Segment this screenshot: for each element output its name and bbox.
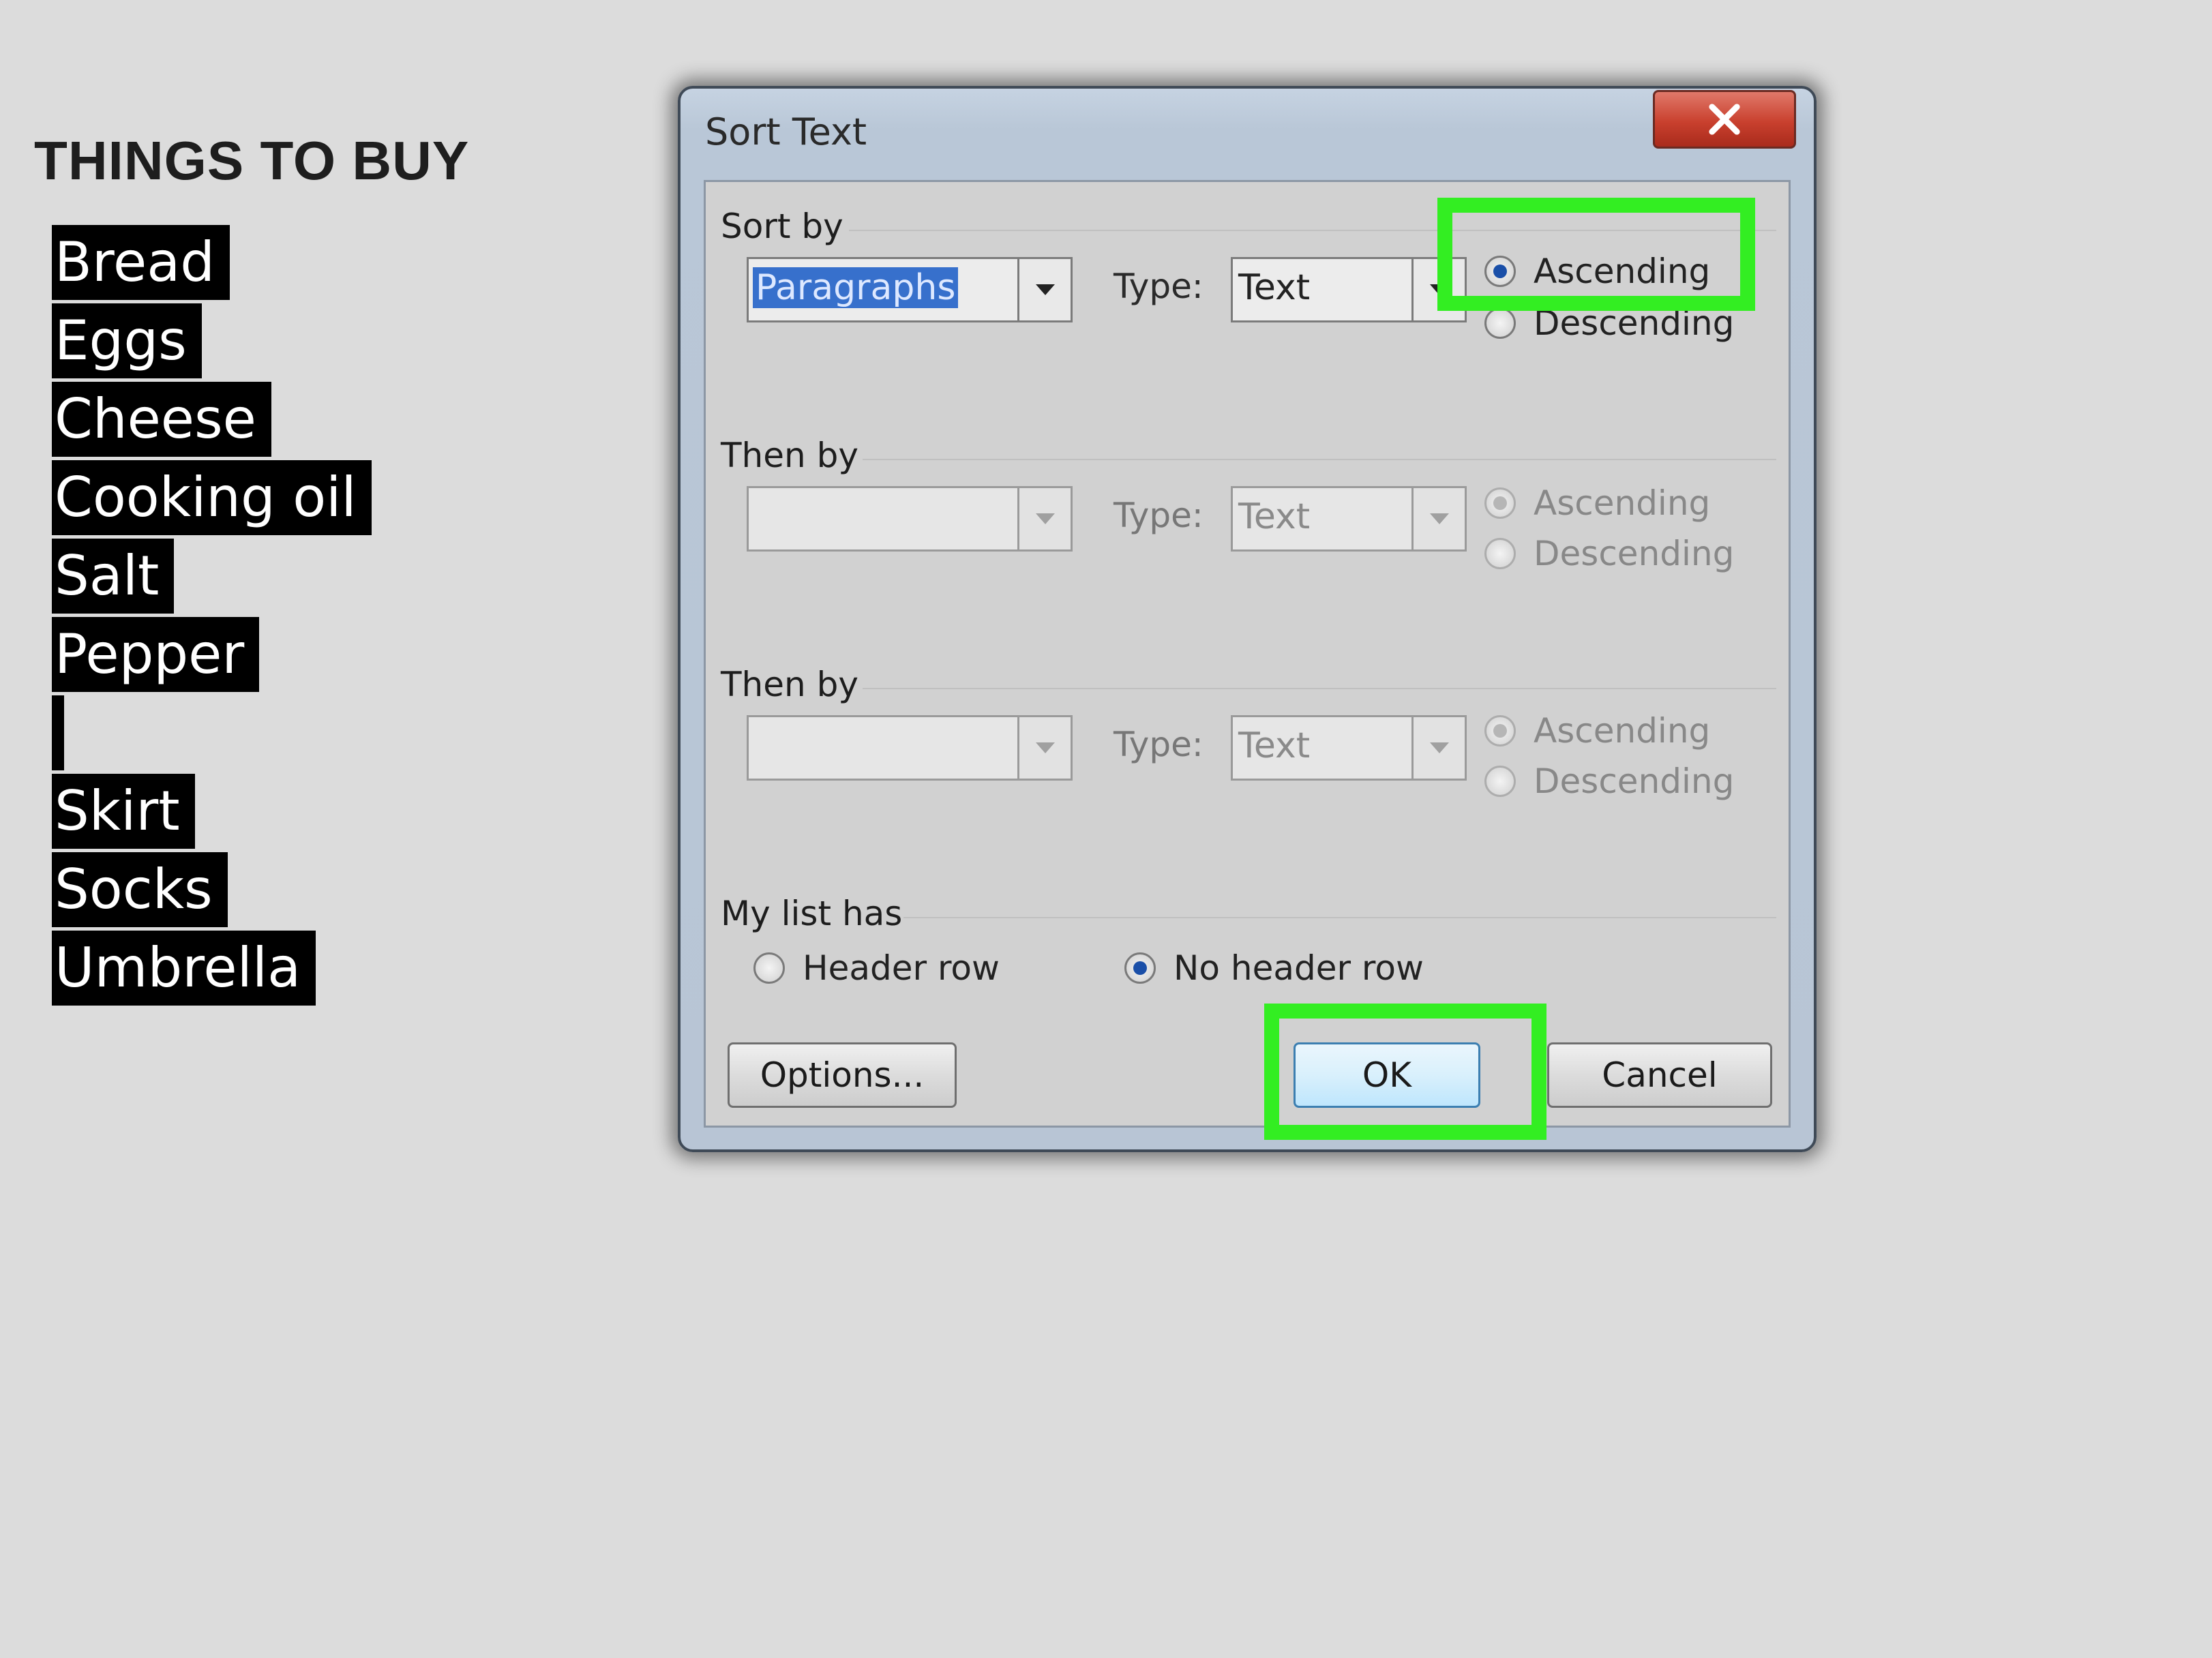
then-by-2-label: Then by [721,665,858,704]
list-item[interactable]: Eggs [52,303,372,382]
then-by-1-type-value: Text [1238,496,1311,537]
close-x-icon [1709,104,1740,135]
list-item[interactable]: Skirt [52,774,372,852]
then-by-1-type-label: Type: [1114,496,1204,535]
radio-unselected-icon [1484,766,1516,797]
then-by-2-type-value: Text [1238,725,1311,766]
list-item[interactable]: Socks [52,852,372,931]
list-item[interactable]: Salt [52,539,372,617]
then-by-2-type-combo[interactable]: Text [1231,715,1467,781]
close-button[interactable] [1653,90,1796,149]
then-by-1-type-combo[interactable]: Text [1231,486,1467,552]
list-item-text: Salt [52,539,175,614]
then-by-1-descending-label: Descending [1534,534,1735,573]
sort-by-type-value: Text [1238,267,1311,308]
then-by-2-type-dropdown[interactable] [1411,717,1465,779]
radio-selected-icon [1124,952,1156,984]
then-by-1-ascending-radio[interactable]: Ascending [1484,483,1710,523]
then-by-2-type-label: Type: [1114,725,1204,764]
group-divider [863,459,1776,460]
radio-unselected-icon [1484,307,1516,339]
ok-highlight-box [1264,1004,1546,1140]
list-item[interactable]: Cheese [52,382,372,460]
chevron-down-icon [1429,513,1449,524]
cancel-button[interactable]: Cancel [1547,1042,1772,1108]
no-header-row-label: No header row [1174,948,1424,988]
then-by-2-ascending-label: Ascending [1534,711,1711,751]
group-divider [863,688,1776,689]
list-item-text: Cooking oil [52,460,372,535]
sort-by-field-dropdown[interactable] [1017,259,1071,320]
list-item-text: Umbrella [52,931,316,1006]
dialog-client-area: Sort by Paragraphs Type: Text Ascending … [704,180,1791,1128]
document-list: Bread Eggs Cheese Cooking oil Salt Peppe… [52,225,372,1009]
sort-by-type-label: Type: [1114,267,1204,306]
then-by-2-ascending-radio[interactable]: Ascending [1484,711,1710,751]
list-item-text: Pepper [52,617,260,692]
chevron-down-icon [1035,513,1055,524]
then-by-1-label: Then by [721,436,858,475]
no-header-row-radio[interactable]: No header row [1124,948,1424,988]
chevron-down-icon [1035,742,1055,753]
group-divider [903,917,1776,918]
then-by-1-field-combo[interactable] [747,486,1073,552]
dialog-title: Sort Text [705,110,867,153]
radio-selected-icon [1484,487,1516,519]
then-by-2-field-combo[interactable] [747,715,1073,781]
then-by-1-field-dropdown[interactable] [1017,488,1071,549]
list-item-text: Cheese [52,382,271,457]
then-by-1-type-dropdown[interactable] [1411,488,1465,549]
then-by-2-field-dropdown[interactable] [1017,717,1071,779]
document-title: THINGS TO BUY [34,130,470,191]
radio-selected-icon [1484,715,1516,747]
then-by-2-descending-radio[interactable]: Descending [1484,762,1734,801]
radio-unselected-icon [1484,538,1516,569]
list-item-text: Socks [52,852,228,927]
ascending-highlight-box [1437,198,1755,311]
list-item[interactable]: Pepper [52,617,372,695]
list-item[interactable]: Cooking oil [52,460,372,539]
then-by-1-ascending-label: Ascending [1534,483,1711,523]
list-item-text [52,695,64,770]
chevron-down-icon [1035,284,1055,295]
chevron-down-icon [1429,742,1449,753]
then-by-1-descending-radio[interactable]: Descending [1484,534,1734,573]
list-has-label: My list has [721,894,903,933]
sort-by-label: Sort by [721,207,843,246]
options-button[interactable]: Options... [728,1042,957,1108]
sort-by-field-combo[interactable]: Paragraphs [747,257,1073,322]
list-item-text: Skirt [52,774,195,849]
radio-unselected-icon [753,952,785,984]
sort-by-type-combo[interactable]: Text [1231,257,1467,322]
list-item[interactable]: Umbrella [52,931,372,1009]
list-item-text: Eggs [52,303,202,378]
list-item[interactable]: Bread [52,225,372,303]
list-item-text: Bread [52,225,230,300]
list-item-empty[interactable] [52,695,372,774]
header-row-label: Header row [803,948,1000,988]
header-row-radio[interactable]: Header row [753,948,1000,988]
then-by-2-descending-label: Descending [1534,762,1735,801]
sort-by-field-value: Paragraphs [753,267,959,308]
